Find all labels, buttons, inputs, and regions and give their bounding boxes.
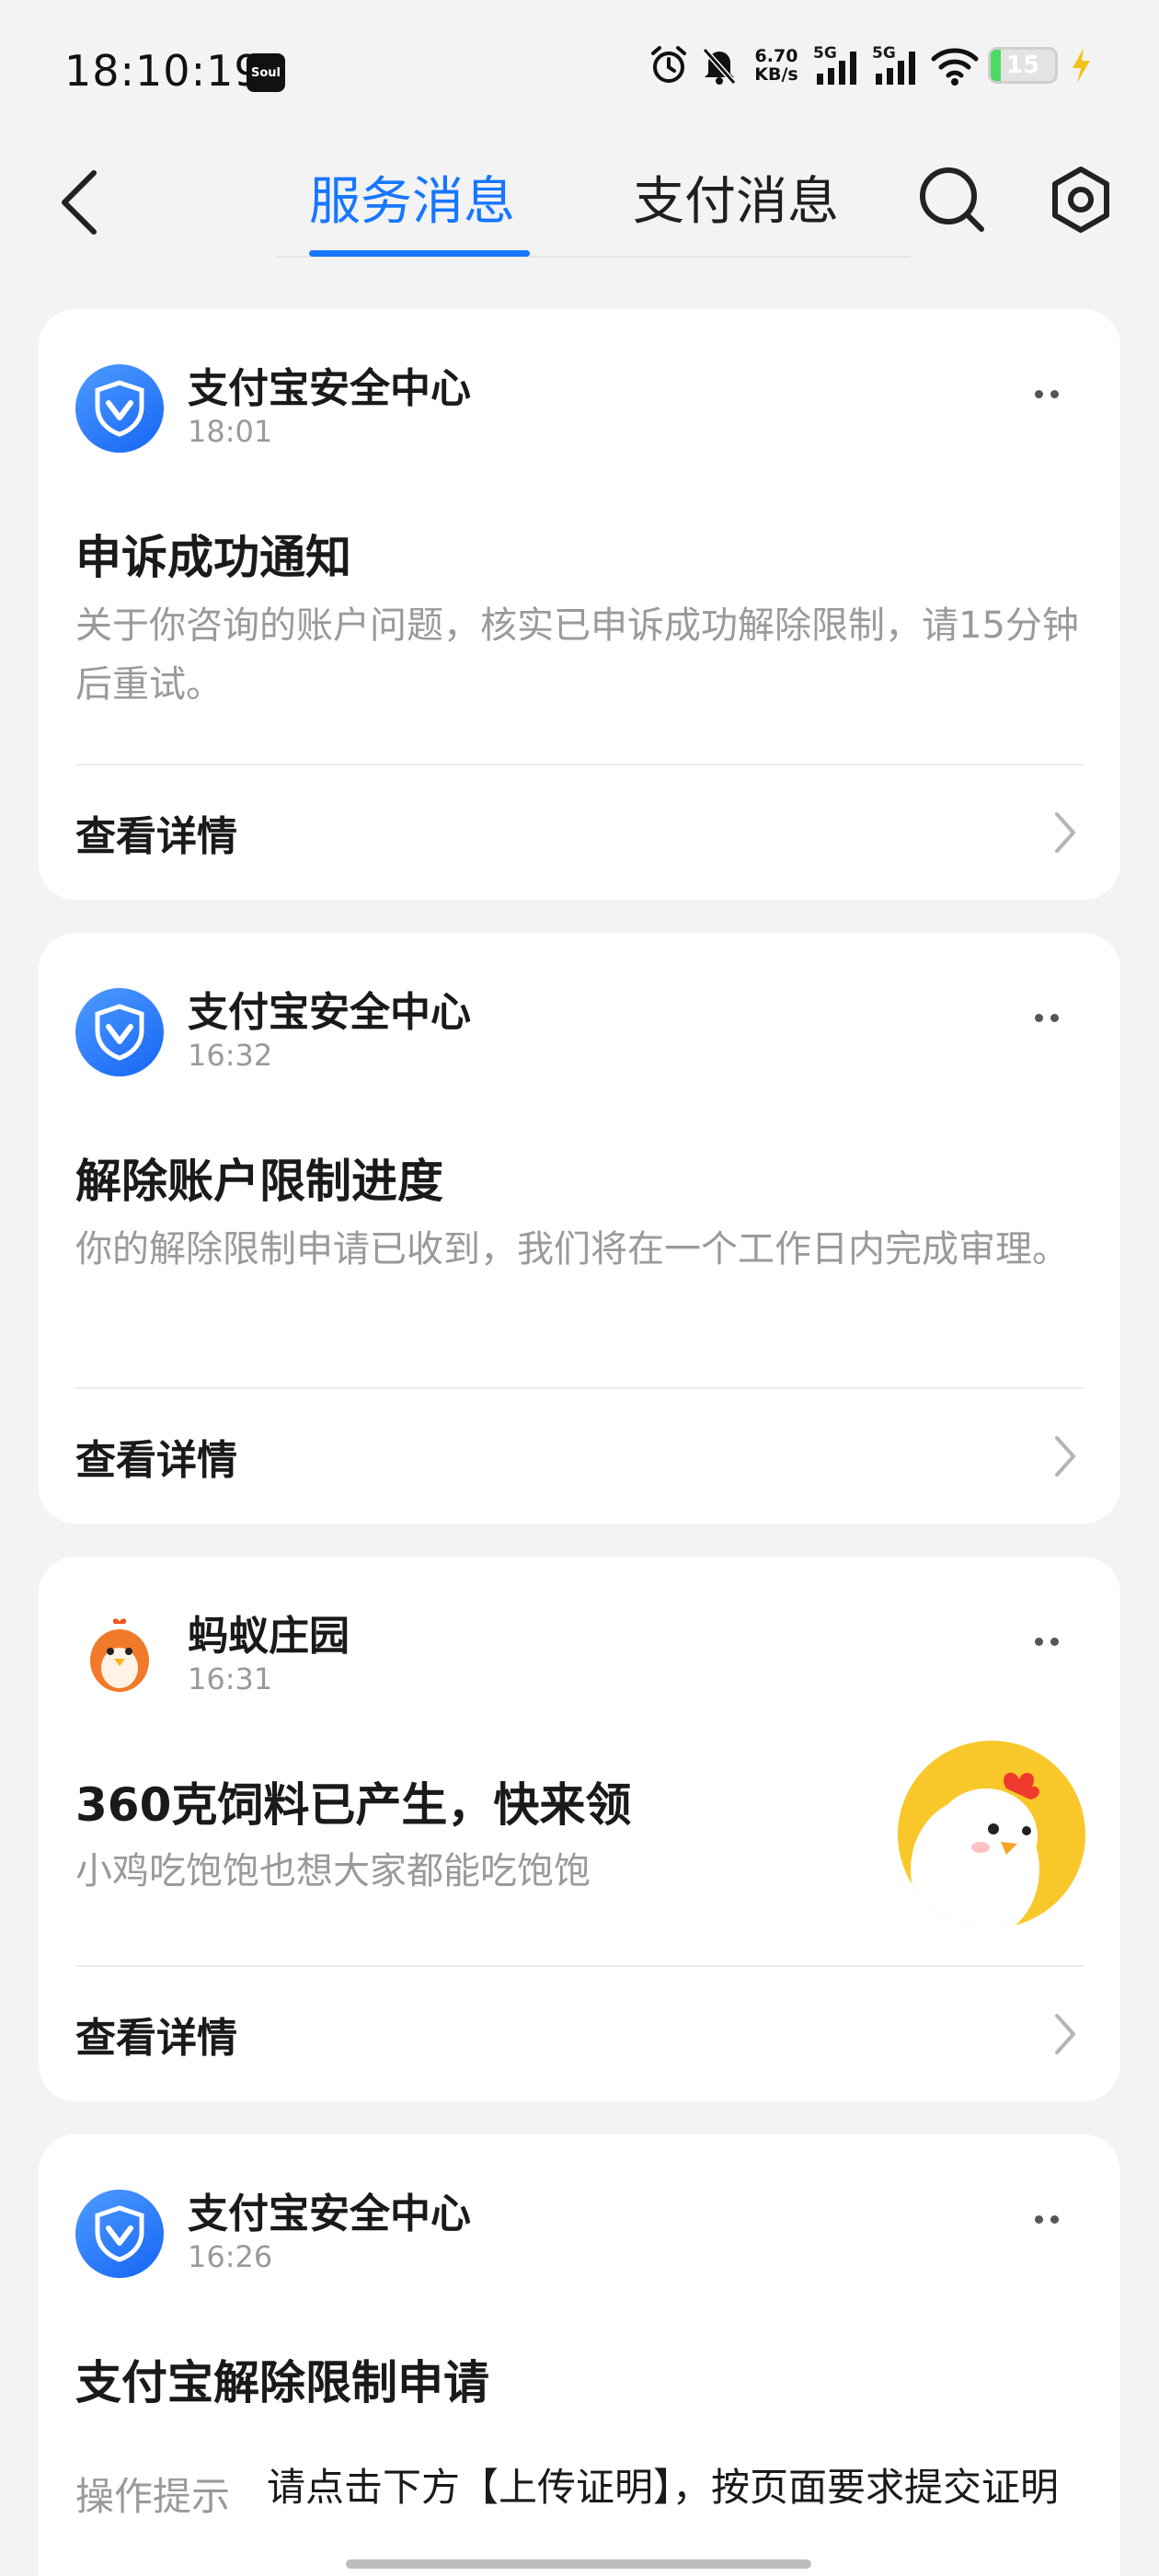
signal-1: 5G: [813, 44, 863, 86]
view-details-row[interactable]: 查看详情: [39, 1967, 1120, 2101]
sender-name: 支付宝安全中心: [188, 2191, 471, 2237]
more-dots-icon: [1050, 1013, 1059, 1022]
operation-hint-text: 请点击下方【上传证明】，按页面要求提交证明: [267, 2465, 1060, 2510]
charging-bolt-icon: [1073, 48, 1090, 83]
gear-icon: [1052, 167, 1109, 233]
view-details-row[interactable]: 查看详情: [39, 765, 1120, 900]
signal-bars-icon: [817, 52, 856, 85]
message-body: 你的解除限制申请已收到，我们将在一个工作日内完成审理。: [75, 1228, 1069, 1271]
ant-farm-logo: [75, 1612, 164, 1700]
chick-promo-image: [898, 1741, 1085, 1928]
back-button[interactable]: [52, 166, 107, 239]
net-speed-unit: KB/s: [754, 64, 798, 85]
message-time: 16:31: [188, 1662, 273, 1696]
chevron-right-icon: [1047, 1429, 1084, 1484]
status-icons: 6.70 KB/s 5G 5G 15: [648, 44, 1095, 86]
chick-icon: [90, 1618, 149, 1692]
view-details-label: 查看详情: [75, 1437, 237, 1484]
tab-payment-messages[interactable]: 支付消息: [633, 160, 839, 235]
header: 服务消息 支付消息: [0, 138, 1159, 267]
message-title: 支付宝解除限制申请: [75, 2356, 489, 2409]
shield-check-icon: [95, 1004, 144, 1061]
card-header: 支付宝安全中心 16:32: [75, 979, 1084, 1076]
chevron-right-icon: [1047, 2007, 1084, 2062]
more-options-button[interactable]: [1019, 2201, 1074, 2237]
more-dots-icon: [1050, 389, 1059, 398]
message-time: 16:26: [188, 2239, 273, 2274]
card-header: 蚂蚁庄园 16:31: [75, 1603, 1084, 1700]
home-indicator[interactable]: [346, 2559, 811, 2569]
sender-name: 蚂蚁庄园: [188, 1613, 350, 1660]
more-options-button[interactable]: [1019, 375, 1074, 412]
shield-check-icon: [95, 2205, 144, 2262]
alipay-security-logo: [75, 988, 164, 1076]
chevron-left-icon: [62, 170, 97, 235]
alipay-security-logo: [75, 364, 164, 453]
mute-bell-icon: [702, 48, 737, 85]
message-title: 申诉成功通知: [75, 531, 351, 584]
more-dots-icon: [1035, 1013, 1043, 1022]
signal-bars-icon: [876, 52, 915, 85]
message-time: 16:32: [188, 1038, 273, 1073]
shield-check-icon: [95, 380, 144, 437]
message-card[interactable]: 支付宝安全中心 16:32 解除账户限制进度 你的解除限制申请已收到，我们将在一…: [39, 933, 1120, 1524]
status-clock: 18:10:19: [64, 46, 262, 96]
soul-app-icon: Soul: [247, 53, 285, 92]
message-card[interactable]: 支付宝安全中心 16:26 支付宝解除限制申请 操作提示 请点击下方【上传证明】…: [39, 2134, 1120, 2576]
operation-hint-label: 操作提示: [75, 2474, 231, 2519]
message-body: 关于你咨询的账户问题，核实已申诉成功解除限制，请15分钟后重试。: [75, 604, 1079, 706]
view-details-label: 查看详情: [75, 2015, 237, 2062]
more-dots-icon: [1035, 389, 1043, 398]
alarm-icon: [651, 46, 686, 83]
sender-name: 支付宝安全中心: [188, 989, 471, 1036]
alipay-security-logo: [75, 2190, 164, 2278]
message-card[interactable]: 支付宝安全中心 18:01 申诉成功通知 关于你咨询的账户问题，核实已申诉成功解…: [39, 309, 1120, 900]
chicken-icon: [911, 1772, 1039, 1928]
signal-2: 5G: [872, 44, 922, 86]
message-title: 360克饲料已产生，快来领: [75, 1778, 632, 1832]
net-speed-value: 6.70: [754, 46, 798, 66]
card-header: 支付宝安全中心 18:01: [75, 355, 1084, 453]
more-options-button[interactable]: [1019, 999, 1074, 1036]
sender-name: 支付宝安全中心: [188, 365, 471, 412]
active-tab-indicator: [309, 250, 530, 257]
card-header: 支付宝安全中心 16:26: [75, 2180, 1084, 2278]
status-bar: 18:10:19 Soul 6.70 KB/s 5G 5G 15: [0, 0, 1159, 138]
message-card[interactable]: 蚂蚁庄园 16:31 360克饲料已产生，快来领 小鸡吃饱饱也想大家都能吃饱饱 …: [39, 1557, 1120, 2101]
battery-level: 15: [1005, 52, 1040, 79]
message-time: 18:01: [188, 414, 273, 449]
message-body: 小鸡吃饱饱也想大家都能吃饱饱: [75, 1850, 591, 1892]
battery-indicator: 15: [988, 47, 1058, 84]
more-options-button[interactable]: [1019, 1623, 1074, 1660]
wifi-icon: [931, 48, 979, 86]
view-details-row[interactable]: 查看详情: [39, 1389, 1120, 1524]
more-dots-icon: [1035, 1637, 1043, 1646]
message-title: 解除账户限制进度: [75, 1155, 443, 1208]
tab-service-messages[interactable]: 服务消息: [309, 160, 515, 235]
search-button[interactable]: [911, 158, 993, 241]
net-speed: 6.70 KB/s: [749, 47, 804, 84]
view-details-label: 查看详情: [75, 813, 237, 860]
more-dots-icon: [1050, 1637, 1059, 1646]
settings-button[interactable]: [1039, 158, 1122, 241]
more-dots-icon: [1050, 2214, 1059, 2224]
more-dots-icon: [1035, 2214, 1043, 2224]
chevron-right-icon: [1047, 805, 1084, 860]
search-icon: [920, 167, 984, 232]
